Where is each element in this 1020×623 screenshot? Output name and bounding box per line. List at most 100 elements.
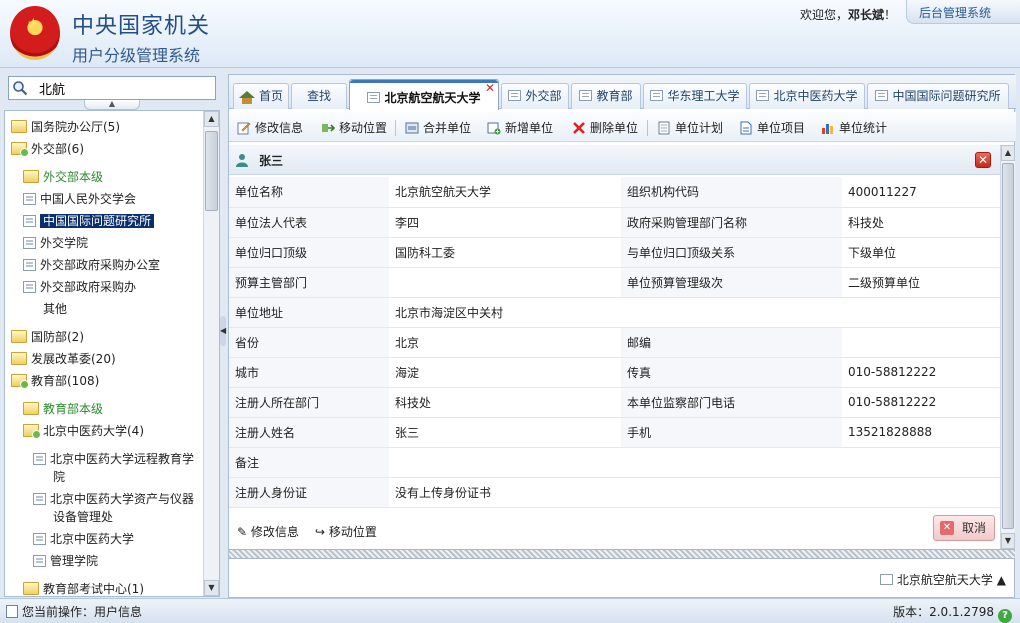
tree-scrollbar[interactable]: ▲ ▼ xyxy=(203,111,219,596)
field-label: 组织机构代码 xyxy=(621,177,842,208)
field-value: 科技处 xyxy=(842,207,1000,238)
main-panel: 首页 查找 北京航空航天大学 ✕ 外交部 教育部 华东理工大学 北京中医药大学 中… xyxy=(228,74,1016,598)
unit-plan-button[interactable]: 单位计划 xyxy=(657,119,723,137)
app-title: 中央国家机关 xyxy=(72,14,211,39)
scroll-down-arrow-icon[interactable]: ▼ xyxy=(204,580,219,596)
unit-icon xyxy=(367,92,381,103)
add-unit-label: 新增单位 xyxy=(505,121,554,135)
field-value: 张三 xyxy=(389,417,621,448)
tree-node[interactable]: 国防部(2) xyxy=(11,327,84,347)
unit-stats-button[interactable]: 单位统计 xyxy=(821,119,887,137)
add-unit-icon xyxy=(487,122,501,135)
help-icon[interactable]: ? xyxy=(998,609,1012,623)
info-row: 预算主管部门 单位预算管理级次 二级预算单位 xyxy=(229,267,1000,298)
move-icon xyxy=(322,124,335,132)
collapse-search-toggle[interactable]: ▲ xyxy=(84,100,140,110)
tree-node[interactable]: 外交部本级 xyxy=(23,167,103,187)
tab-label: 教育部 xyxy=(596,89,633,103)
folder-icon xyxy=(23,402,39,415)
scroll-down-arrow-icon[interactable]: ▼ xyxy=(1001,533,1015,549)
tree-node-label: 北京中医药大学资产与仪器 xyxy=(50,492,195,506)
unit-tree: 国务院办公厅(5) 外交部(6) 外交部本级 中国人民外交学会 中国国际问题研究… xyxy=(4,110,220,597)
tree-node[interactable]: 教育部本级 xyxy=(23,399,103,419)
delete-icon xyxy=(573,122,585,134)
expand-up-icon: ▲ xyxy=(996,573,1006,587)
edit-info-button[interactable]: 修改信息 xyxy=(237,119,303,137)
tree-node[interactable]: 外交部政府采购办 xyxy=(23,277,136,297)
tree-node-continued[interactable]: 设备管理处 xyxy=(53,507,113,527)
unit-plan-label: 单位计划 xyxy=(675,121,724,135)
tree-node[interactable]: 北京中医药大学资产与仪器 xyxy=(33,489,194,509)
tree-node[interactable]: 其他 xyxy=(43,299,67,319)
tree-node[interactable]: 教育部考试中心(1) xyxy=(23,579,144,596)
panel-resize-handle[interactable] xyxy=(229,549,1015,559)
unit-project-button[interactable]: 单位项目 xyxy=(739,119,805,137)
info-row: 省份 北京 邮编 xyxy=(229,327,1000,358)
close-tab-icon[interactable]: ✕ xyxy=(484,82,496,94)
footer-edit-info-link[interactable]: ✎ 修改信息 xyxy=(237,523,299,540)
bottom-unit-label: 北京航空航天大学 xyxy=(896,573,993,587)
search-icon[interactable] xyxy=(12,80,28,96)
scroll-thumb[interactable] xyxy=(1002,163,1014,529)
tree-node[interactable]: 教育部(108) xyxy=(11,371,99,391)
delete-unit-button[interactable]: 删除单位 xyxy=(572,119,638,137)
merge-unit-label: 合并单位 xyxy=(423,121,472,135)
add-unit-button[interactable]: 新增单位 xyxy=(487,119,553,137)
tree-node-selected[interactable]: 中国国际问题研究所 xyxy=(23,211,155,231)
panel-splitter-collapse[interactable]: ◀ xyxy=(220,316,226,346)
tree-node[interactable]: 北京中医药大学 xyxy=(33,529,134,549)
tree-node-label: 北京中医药大学 xyxy=(50,532,135,546)
scroll-up-arrow-icon[interactable]: ▲ xyxy=(1001,145,1015,161)
folder-icon xyxy=(11,120,27,133)
tab-search[interactable]: 查找 xyxy=(291,83,347,109)
tree-node-label: 外交部本级 xyxy=(43,170,104,184)
unit-icon xyxy=(508,90,522,101)
unit-icon xyxy=(756,90,770,101)
tab-label: 中国国际问题研究所 xyxy=(892,89,1001,103)
tab-moe[interactable]: 教育部 xyxy=(571,83,641,109)
bottom-unit-indicator[interactable]: 北京航空航天大学 ▲ xyxy=(879,571,1006,588)
tree-node[interactable]: 国务院办公厅(5) xyxy=(11,117,120,137)
tab-label: 北京航空航天大学 xyxy=(384,91,481,105)
field-value: 科技处 xyxy=(389,387,621,418)
tab-mfa[interactable]: 外交部 xyxy=(501,83,569,109)
field-value: 下级单位 xyxy=(842,237,1000,268)
tree-node[interactable]: 发展改革委(20) xyxy=(11,349,116,369)
footer-move-label: 移动位置 xyxy=(328,525,377,539)
unit-icon xyxy=(579,90,593,101)
tree-node[interactable]: 外交部(6) xyxy=(11,139,84,159)
field-label: 注册人姓名 xyxy=(229,417,389,448)
toolbar: 修改信息 移动位置 合并单位 新增单位 删除单位 单位计划 单位项目 单位统计 xyxy=(229,112,1016,142)
tree-node[interactable]: 外交学院 xyxy=(23,233,88,253)
tab-ciis[interactable]: 中国国际问题研究所 xyxy=(867,83,1009,109)
tree-node-label: 中国国际问题研究所 xyxy=(40,214,155,228)
tree-node-continued[interactable]: 院 xyxy=(53,467,65,487)
tab-bucm[interactable]: 北京中医药大学 xyxy=(749,83,865,109)
close-form-icon[interactable]: ✕ xyxy=(975,152,991,168)
current-user-name: 邓长斌 xyxy=(848,8,885,22)
merge-unit-button[interactable]: 合并单位 xyxy=(405,119,471,137)
scroll-up-arrow-icon[interactable]: ▲ xyxy=(204,111,219,127)
tab-ecust[interactable]: 华东理工大学 xyxy=(643,83,747,109)
project-icon xyxy=(740,121,752,135)
cancel-button[interactable]: ✕ 取消 xyxy=(933,515,995,541)
tree-node[interactable]: 北京中医药大学远程教育学 xyxy=(33,449,194,469)
tree-node[interactable]: 北京中医药大学(4) xyxy=(23,421,144,441)
footer-move-position-link[interactable]: ↪ 移动位置 xyxy=(315,523,377,540)
unit-icon xyxy=(33,493,46,505)
tree-node-label: 北京中医药大学远程教育学 xyxy=(50,452,195,466)
form-scrollbar[interactable]: ▲ ▼ xyxy=(1000,145,1015,549)
tree-node[interactable]: 管理学院 xyxy=(33,551,98,571)
move-position-button[interactable]: 移动位置 xyxy=(321,119,387,137)
search-input[interactable] xyxy=(39,79,209,97)
scroll-thumb[interactable] xyxy=(205,131,218,211)
admin-system-link[interactable]: 后台管理系统 xyxy=(906,0,1020,24)
tree-node[interactable]: 中国人民外交学会 xyxy=(23,189,136,209)
welcome-suffix: ！ xyxy=(884,8,897,22)
tree-node-label: 发展改革委(20) xyxy=(31,352,116,366)
tab-home[interactable]: 首页 xyxy=(233,83,289,109)
tab-beihang-active[interactable]: 北京航空航天大学 ✕ xyxy=(349,79,499,110)
tree-node[interactable]: 外交部政府采购办公室 xyxy=(23,255,160,275)
tab-label: 查找 xyxy=(306,89,331,103)
document-icon xyxy=(6,605,18,618)
